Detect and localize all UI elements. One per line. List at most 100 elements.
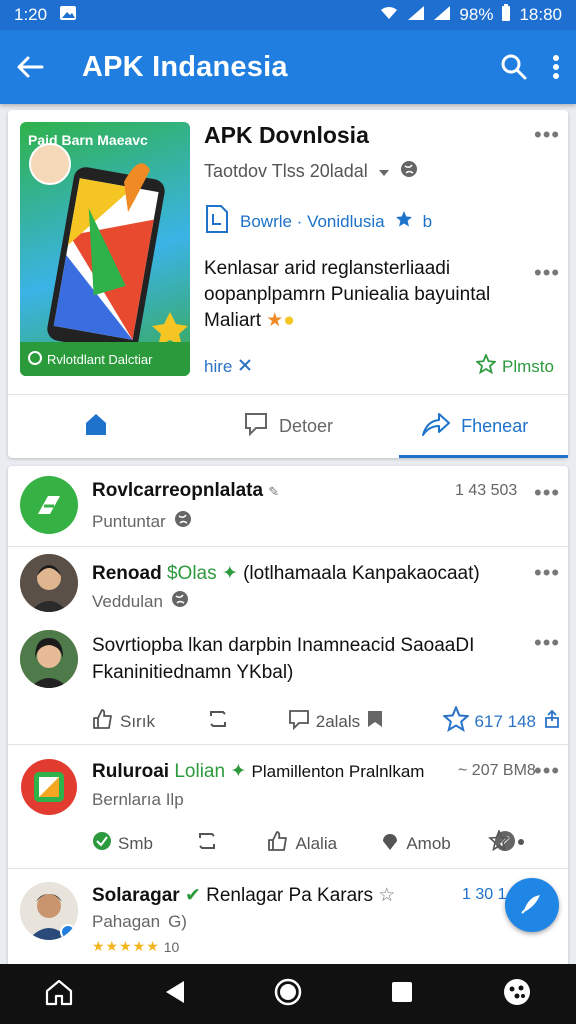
app-thumbnail[interactable]: Paid Barn Maeavc Rvlotdlant Dalctiar bbox=[20, 122, 190, 376]
download-link[interactable]: Bowrle · Vonidlusia b bbox=[204, 204, 432, 239]
promo-link[interactable]: Plmsto bbox=[474, 352, 554, 379]
avatar[interactable] bbox=[20, 882, 78, 940]
app-logo-avatar[interactable] bbox=[20, 758, 78, 816]
app-subtitle: Taotdov Tlss 20ladal bbox=[204, 161, 368, 181]
home-icon bbox=[83, 411, 109, 442]
repost-icon bbox=[207, 708, 229, 735]
bookmark-icon[interactable] bbox=[366, 709, 384, 734]
app-subtitle-row: Taotdov Tlss 20ladal bbox=[204, 160, 418, 183]
info-circle-icon bbox=[28, 350, 42, 368]
tab-share[interactable]: Fhenear bbox=[381, 395, 568, 458]
feed-item-name: Ruluroai bbox=[92, 761, 170, 782]
more-options-icon[interactable]: ••• bbox=[534, 760, 560, 782]
approve-button[interactable]: Smb bbox=[92, 831, 153, 856]
feed-item-name-rest: (lotlhamaala Kanpakaocaat) bbox=[243, 563, 480, 584]
avatar[interactable] bbox=[20, 554, 78, 612]
description-more-icon[interactable]: ••• bbox=[534, 262, 560, 284]
star-settings-icon[interactable] bbox=[488, 828, 528, 857]
repost-icon bbox=[196, 830, 218, 857]
location-pin-icon bbox=[380, 831, 400, 856]
feed-item[interactable]: Rovlcarreopnlalata ✎ Puntuntar 1 43 503 … bbox=[8, 466, 568, 546]
signal-icon bbox=[407, 5, 425, 26]
rating-row: ★★★★★ 10 bbox=[92, 938, 179, 955]
like-button[interactable]: Alalia bbox=[267, 830, 337, 857]
home-circle-icon[interactable] bbox=[274, 978, 302, 1011]
like-label: Sırık bbox=[120, 711, 155, 731]
star-outline-icon bbox=[441, 704, 470, 737]
feed-item-title: Ruluroai Lolian ✦ Plamillenton Pralnlkam bbox=[92, 760, 424, 783]
feed-item-subtitle: Veddulan bbox=[92, 590, 189, 613]
star-icon bbox=[395, 210, 413, 233]
avatar[interactable] bbox=[20, 630, 78, 688]
more-options-icon[interactable]: ••• bbox=[534, 562, 560, 584]
status-time: 1:20 bbox=[14, 5, 48, 24]
star-outline-icon[interactable]: ☆ bbox=[378, 885, 395, 906]
location-label: Amob bbox=[406, 833, 451, 853]
thumbs-up-icon bbox=[92, 708, 114, 735]
more-options-icon[interactable]: ••• bbox=[534, 632, 560, 654]
thumbnail-caption-bar: Rvlotdlant Dalctiar bbox=[20, 342, 190, 376]
tab-comment[interactable]: Detoer bbox=[195, 395, 382, 458]
featured-meta-row: hire Plmsto bbox=[204, 352, 554, 379]
more-options-icon[interactable]: ••• bbox=[534, 124, 560, 146]
description-text: Kenlasar arid reglansterliaadi oopanplpa… bbox=[204, 258, 491, 331]
more-options-icon[interactable]: ••• bbox=[534, 482, 560, 504]
star-count: 617 148 bbox=[474, 711, 536, 731]
feed-item-title: Rovlcarreopnlalata ✎ bbox=[92, 480, 279, 502]
phone-illustration bbox=[29, 143, 188, 353]
quill-icon bbox=[518, 889, 546, 922]
download-badge: b bbox=[422, 211, 433, 231]
thumbnail-caption: Rvlotdlant Dalctiar bbox=[47, 351, 153, 367]
back-arrow-icon[interactable] bbox=[16, 55, 44, 79]
download-label: Bowrle · Vonidlusia bbox=[240, 211, 385, 231]
feed-item-tag: $Olas bbox=[166, 563, 217, 584]
home-outline-icon[interactable] bbox=[44, 978, 74, 1011]
location-button[interactable]: Amob bbox=[380, 831, 451, 856]
featured-tabs: Detoer Fhenear bbox=[8, 394, 568, 458]
comment-icon bbox=[288, 708, 310, 735]
recents-square-icon[interactable] bbox=[390, 980, 414, 1009]
feed-item-subtitle-text: Veddulan bbox=[92, 591, 163, 611]
feed-item-name-rest: Renlagar Pa Karars bbox=[206, 885, 374, 906]
download-file-icon bbox=[204, 204, 230, 239]
check-circle-icon bbox=[92, 831, 112, 856]
featured-app-card: Paid Barn Maeavc Rvlotdlant Dalctiar APK… bbox=[8, 110, 568, 458]
repost-button[interactable] bbox=[196, 830, 224, 857]
comment-label: 2alals bbox=[315, 711, 361, 731]
feed-item-name: Renoad bbox=[92, 563, 162, 584]
battery-icon bbox=[501, 3, 511, 27]
assistant-icon[interactable] bbox=[502, 977, 532, 1012]
globe-icon bbox=[174, 510, 192, 533]
close-icon[interactable] bbox=[238, 357, 252, 377]
feed-item[interactable]: Ruluroai Lolian ✦ Plamillenton Pralnlkam… bbox=[8, 744, 568, 862]
share-icon[interactable] bbox=[542, 709, 562, 734]
compose-fab[interactable] bbox=[505, 878, 559, 932]
more-link[interactable]: hire bbox=[204, 357, 232, 377]
feed-item[interactable]: Sovrtiopba lkan darpbin Inamneacid Saoaa… bbox=[8, 618, 568, 738]
feed-item[interactable]: Renoad $Olas ✦ (lotlhamaala Kanpakaocaat… bbox=[8, 546, 568, 618]
feed-item-name: Rovlcarreopnlalata bbox=[92, 480, 264, 501]
comment-button[interactable]: 2alals bbox=[288, 708, 390, 735]
globe-icon bbox=[400, 160, 418, 183]
search-icon[interactable] bbox=[500, 53, 528, 81]
feed-actions-row: Sırık 2alals 617 148 bbox=[92, 704, 562, 737]
verified-badge-icon: ✦ bbox=[230, 761, 247, 782]
feed-item-subtitle: Puntuntar bbox=[92, 510, 192, 533]
like-button[interactable]: Sırık bbox=[92, 708, 155, 735]
repost-button[interactable] bbox=[207, 708, 235, 735]
tab-home[interactable] bbox=[8, 395, 195, 458]
feed-item-subtitle: Bernlarıa Ilp bbox=[92, 790, 184, 809]
app-bar: APK Indanesia bbox=[0, 30, 576, 104]
battery-percent: 98% bbox=[459, 5, 494, 24]
feed-item-count: 1 30 1. bbox=[462, 886, 511, 903]
signal-icon-2 bbox=[433, 5, 451, 26]
rating-stars-icon: ★★★★★ bbox=[92, 938, 160, 954]
feed-item-subtitle-text: Puntuntar bbox=[92, 511, 166, 531]
app-logo-avatar[interactable] bbox=[20, 476, 78, 534]
star-button[interactable]: 617 148 bbox=[441, 704, 562, 737]
caret-down-icon[interactable] bbox=[378, 161, 390, 182]
overflow-menu-icon[interactable] bbox=[552, 54, 560, 80]
back-triangle-icon[interactable] bbox=[162, 979, 186, 1010]
feed-item[interactable]: Solaragar ✔ Renlagar Pa Karars ☆ 1 30 1.… bbox=[8, 868, 568, 976]
feed-item-title: Renoad $Olas ✦ (lotlhamaala Kanpakaocaat… bbox=[92, 562, 480, 585]
